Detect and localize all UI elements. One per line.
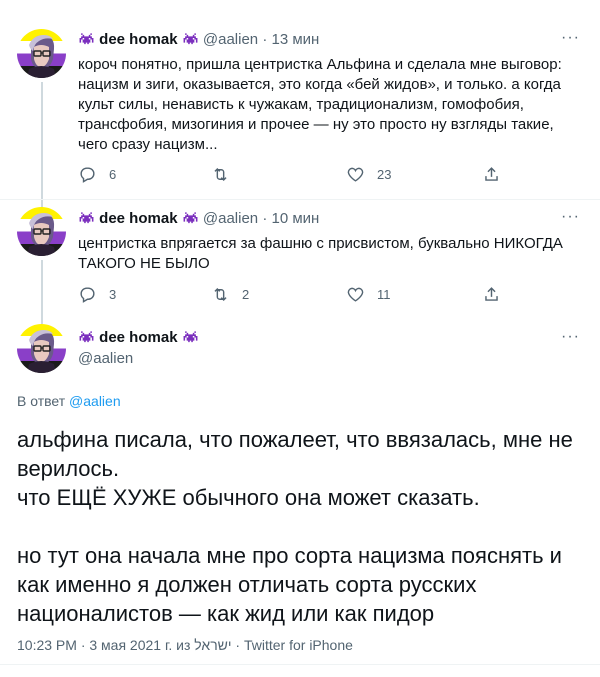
tweet-text: короч понятно, пришла центристка Альфина…	[78, 56, 562, 153]
reply-mention-link[interactable]: @aalien	[69, 393, 121, 409]
reply-button[interactable]: 3	[78, 285, 116, 304]
share-icon	[485, 287, 498, 301]
retweet-count: 2	[242, 287, 250, 302]
alien-monster-icon	[182, 212, 199, 225]
reply-icon	[80, 167, 95, 183]
reply-prefix: В ответ	[17, 393, 66, 409]
tweet-header: dee homak @aalien · 13 мин	[78, 31, 319, 48]
like-count: 11	[377, 287, 391, 302]
like-button[interactable]: 11	[346, 285, 391, 304]
retweet-button[interactable]: 2	[211, 285, 249, 304]
action-bar: 6 23	[78, 165, 518, 187]
retweet-icon	[214, 287, 227, 302]
action-bar: 3 2 11	[78, 285, 518, 307]
text-line: альфина писала, что пожалеет, что ввязал…	[17, 427, 573, 481]
share-button[interactable]	[482, 285, 501, 304]
alien-monster-icon	[78, 33, 95, 46]
tweet-meta[interactable]: 10:23 PM · 3 мая 2021 г. из ישראל · Twit…	[17, 637, 353, 653]
thread-line	[41, 260, 43, 316]
like-button[interactable]: 23	[346, 165, 391, 184]
avatar[interactable]	[17, 207, 66, 256]
share-icon	[485, 167, 498, 181]
like-icon	[347, 167, 364, 182]
handle[interactable]: @aalien	[203, 31, 258, 48]
like-icon	[347, 287, 364, 302]
handle[interactable]: @aalien	[78, 350, 133, 367]
alien-monster-icon	[78, 212, 95, 225]
reply-button[interactable]: 6	[78, 165, 116, 184]
avatar[interactable]	[17, 324, 66, 373]
reply-context: В ответ @aalien	[17, 393, 121, 409]
more-icon[interactable]: ···	[561, 208, 580, 226]
more-icon[interactable]: ···	[561, 328, 580, 346]
display-name[interactable]: dee homak	[99, 210, 177, 227]
divider	[0, 664, 600, 665]
main-tweet-text: альфина писала, что пожалеет, что ввязал…	[17, 425, 587, 628]
more-icon[interactable]: ···	[561, 29, 580, 47]
timestamp[interactable]: 13 мин	[272, 31, 320, 48]
separator-dot: ·	[262, 31, 268, 48]
text-line: но тут она начала мне про сорта нацизма …	[17, 543, 562, 626]
alien-monster-icon	[182, 331, 199, 344]
share-button[interactable]	[482, 165, 501, 184]
avatar[interactable]	[17, 29, 66, 78]
retweet-button[interactable]	[211, 165, 242, 184]
alien-monster-icon	[182, 33, 199, 46]
reply-count: 3	[109, 287, 117, 302]
display-name[interactable]: dee homak	[99, 329, 177, 346]
reply-count: 6	[109, 167, 117, 182]
like-count: 23	[377, 167, 392, 182]
reply-icon	[80, 287, 95, 303]
thread-line	[41, 316, 43, 324]
tweet-header: dee homak @aalien · 10 мин	[78, 210, 319, 227]
retweet-icon	[214, 167, 227, 182]
text-line: что ЕЩЁ ХУЖЕ обычного она может сказать.	[17, 485, 480, 510]
thread-line	[41, 82, 43, 200]
display-name-row[interactable]: dee homak	[78, 329, 199, 346]
tweet-text: центристка впрягается за фашню с присвис…	[78, 235, 563, 272]
separator-dot: ·	[262, 210, 268, 227]
timestamp[interactable]: 10 мин	[272, 210, 320, 227]
handle[interactable]: @aalien	[203, 210, 258, 227]
display-name[interactable]: dee homak	[99, 31, 177, 48]
divider	[0, 199, 600, 200]
alien-monster-icon	[78, 331, 95, 344]
